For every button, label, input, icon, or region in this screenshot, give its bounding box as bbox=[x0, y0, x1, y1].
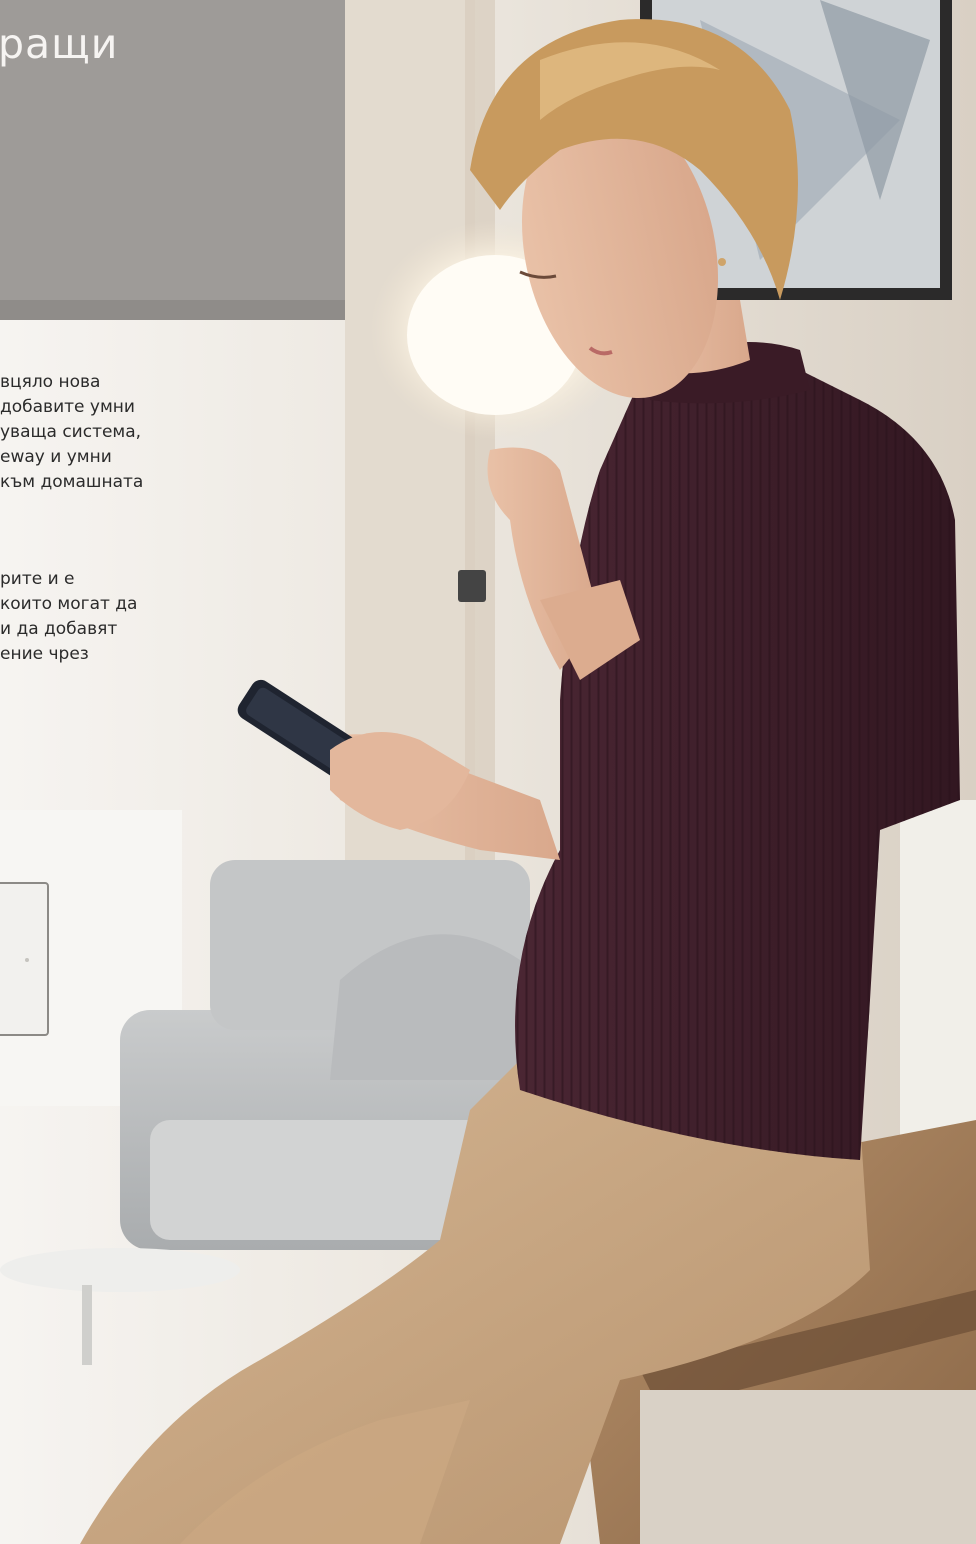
page-heading: ращи bbox=[0, 20, 119, 68]
paragraph-line: eway и умни bbox=[0, 447, 112, 467]
wall-switch bbox=[458, 570, 486, 602]
side-table bbox=[0, 1248, 240, 1292]
detail-paragraph: рите и е които могат да и да добавят ени… bbox=[0, 567, 137, 667]
paragraph-line: вцяло нова bbox=[0, 372, 101, 392]
paragraph-line: добавите умни bbox=[0, 397, 135, 417]
paragraph-line: и да добавят bbox=[0, 619, 118, 639]
paragraph-line: които могат да bbox=[0, 594, 138, 614]
paragraph-line: към домашната bbox=[0, 472, 144, 492]
paragraph-line: рите и е bbox=[0, 569, 75, 589]
paragraph-line: уваща система, bbox=[0, 422, 142, 442]
paragraph-line: ение чрез bbox=[0, 644, 89, 664]
lifestyle-photo bbox=[0, 0, 976, 1544]
intro-paragraph: вцяло нова добавите умни уваща система, … bbox=[0, 370, 143, 495]
